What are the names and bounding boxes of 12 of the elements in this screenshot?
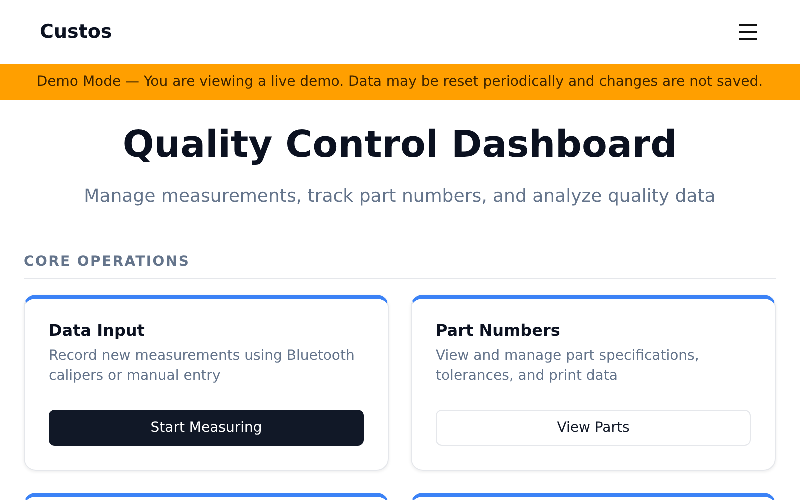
banner-text: Demo Mode — You are viewing a live demo. Data may be reset periodically and changes are not saved. [36, 74, 764, 90]
card-description: Record new measurements using Bluetooth calipers or manual entry [49, 347, 356, 386]
page-title: Quality Control Dashboard [122, 122, 678, 168]
menu-icon[interactable] [738, 23, 758, 41]
card-title: Part Numbers [436, 321, 562, 340]
card-description: View and manage part specifications, tolerances, and print data [436, 347, 700, 386]
section-heading: CORE OPERATIONS [24, 254, 190, 270]
card-title: Data Input [49, 321, 146, 340]
brand-name: Custos [40, 21, 112, 43]
card-button[interactable]: View Parts [436, 410, 751, 446]
card-button[interactable]: Start Measuring [49, 410, 364, 446]
page-subtitle: Manage measurements, track part numbers, and analyze quality data [83, 186, 717, 207]
